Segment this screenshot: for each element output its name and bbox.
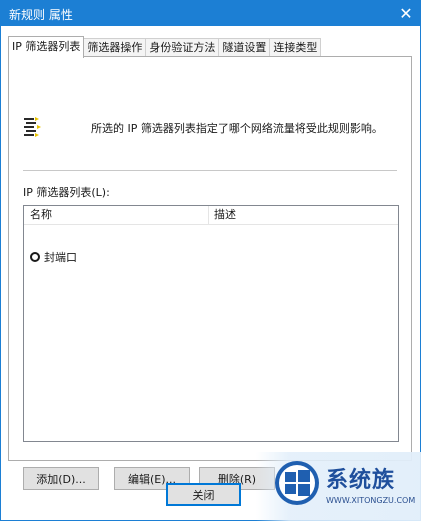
window-title: 新规则 属性: [9, 8, 73, 22]
column-header-description[interactable]: 描述: [209, 206, 398, 224]
tab-panel: 所选的 IP 筛选器列表指定了哪个网络流量将受此规则影响。 IP 筛选器列表(L…: [8, 56, 412, 490]
filter-list-icon: [24, 117, 41, 137]
list-item[interactable]: 封端口: [30, 249, 77, 265]
tab-strip: IP 筛选器列表 筛选器操作 身份验证方法 隧道设置 连接类型: [8, 36, 322, 58]
column-header-name[interactable]: 名称: [24, 206, 209, 224]
watermark-url: WWW.XITONGZU.COM: [326, 496, 416, 505]
watermark: 系统族 WWW.XITONGZU.COM: [256, 452, 421, 521]
filter-list-label: IP 筛选器列表(L):: [23, 186, 110, 199]
radio-button[interactable]: [30, 252, 40, 262]
filter-listbox[interactable]: 名称 描述 封端口: [23, 205, 399, 442]
close-icon[interactable]: ✕: [391, 0, 421, 26]
tab-ip-filter-list[interactable]: IP 筛选器列表: [8, 36, 85, 58]
add-button[interactable]: 添加(D)...: [23, 467, 99, 490]
windows-logo-icon: [275, 461, 319, 505]
tab-tunnel-settings[interactable]: 隧道设置: [218, 38, 271, 57]
properties-dialog: IP 筛选器列表 筛选器操作 身份验证方法 隧道设置 连接类型 所选的 IP 筛…: [0, 26, 421, 521]
list-header: 名称 描述: [24, 206, 398, 225]
divider: [23, 170, 397, 171]
list-item-name: 封端口: [44, 251, 77, 264]
title-bar: 新规则 属性 ✕: [0, 0, 421, 26]
description-text: 所选的 IP 筛选器列表指定了哪个网络流量将受此规则影响。: [91, 122, 383, 135]
tab-connection-type[interactable]: 连接类型: [269, 38, 322, 57]
close-button[interactable]: 关闭: [166, 483, 241, 506]
tab-authentication-methods[interactable]: 身份验证方法: [145, 38, 220, 57]
watermark-text: 系统族: [326, 468, 396, 493]
tab-filter-action[interactable]: 筛选器操作: [83, 38, 147, 57]
